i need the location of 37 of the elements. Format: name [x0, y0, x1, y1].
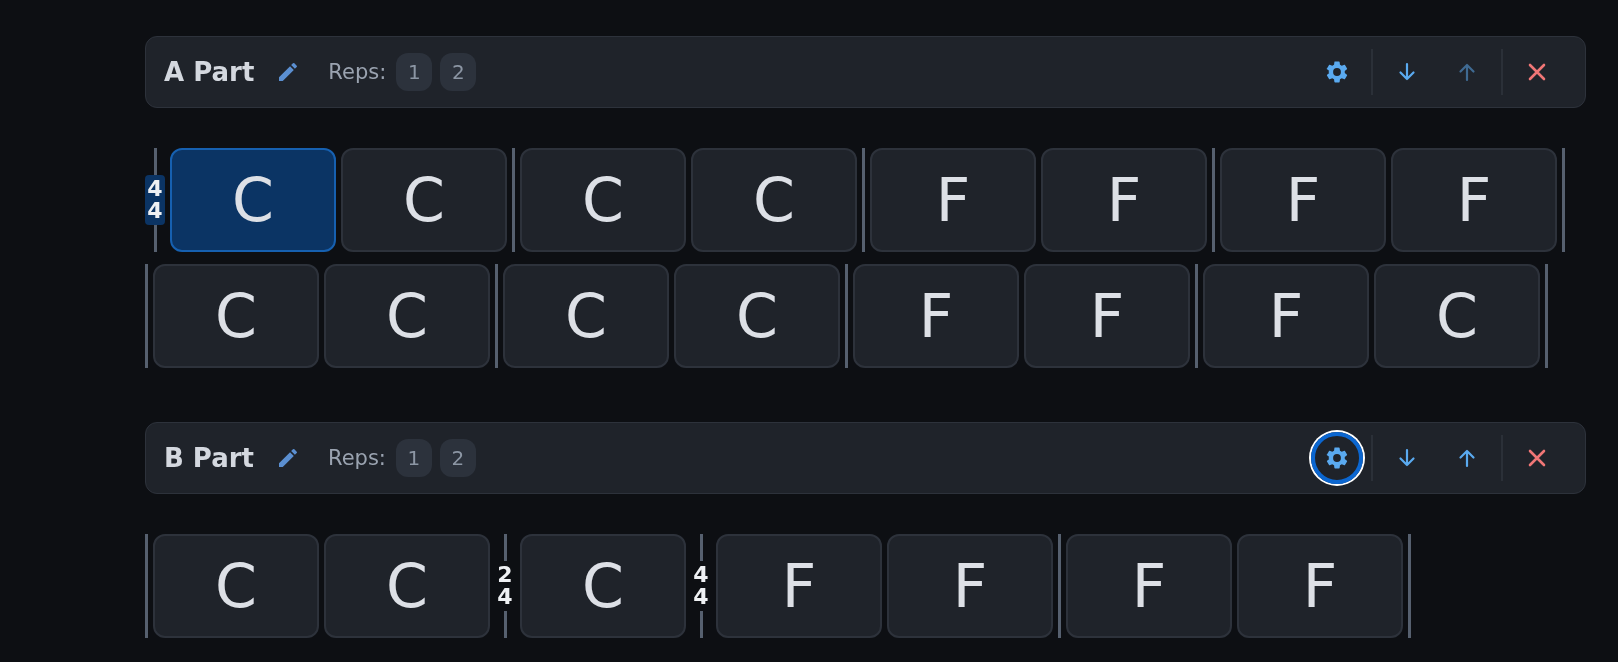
chord-cell[interactable]: C — [341, 148, 507, 252]
rep-chip[interactable]: 1 — [396, 53, 433, 91]
section-title: B Part — [164, 443, 255, 473]
chord-cell[interactable]: C — [153, 264, 319, 368]
rep-chip[interactable]: 2 — [439, 439, 476, 477]
chord-cell[interactable]: C — [324, 534, 490, 638]
chord-cell[interactable]: C — [170, 148, 336, 252]
chord-cell[interactable]: C — [691, 148, 857, 252]
chord-cell[interactable]: F — [870, 148, 1036, 252]
chord-cell[interactable]: F — [1041, 148, 1207, 252]
rep-chip[interactable]: 1 — [395, 439, 432, 477]
rep-chip[interactable]: 2 — [440, 53, 477, 91]
settings-icon — [1324, 445, 1350, 471]
settings-icon — [1324, 59, 1350, 85]
chord-cell[interactable]: C — [520, 534, 686, 638]
chord-cell[interactable]: F — [1391, 148, 1557, 252]
reps-label: Reps: — [328, 446, 386, 470]
chord-cell[interactable]: C — [520, 148, 686, 252]
chord-cell[interactable]: C — [674, 264, 840, 368]
chord-cell[interactable]: F — [1203, 264, 1369, 368]
chord-cell[interactable]: F — [716, 534, 882, 638]
chord-cell[interactable]: F — [1024, 264, 1190, 368]
chord-cell[interactable]: F — [1066, 534, 1232, 638]
chord-cell[interactable]: C — [503, 264, 669, 368]
time-signature[interactable]: 2 4 — [495, 561, 515, 611]
time-signature[interactable]: 4 4 — [691, 561, 711, 611]
chord-cell[interactable]: F — [1237, 534, 1403, 638]
chord-cell[interactable]: F — [887, 534, 1053, 638]
chord-cell[interactable]: F — [853, 264, 1019, 368]
chord-cell[interactable]: F — [1220, 148, 1386, 252]
time-signature[interactable]: 4 4 — [145, 175, 165, 225]
settings-button[interactable] — [1311, 432, 1363, 484]
chord-cell[interactable]: C — [1374, 264, 1540, 368]
reps-label: Reps: — [328, 60, 387, 84]
section-title: A Part — [164, 57, 255, 87]
chord-cell[interactable]: C — [153, 534, 319, 638]
chord-cell[interactable]: C — [324, 264, 490, 368]
